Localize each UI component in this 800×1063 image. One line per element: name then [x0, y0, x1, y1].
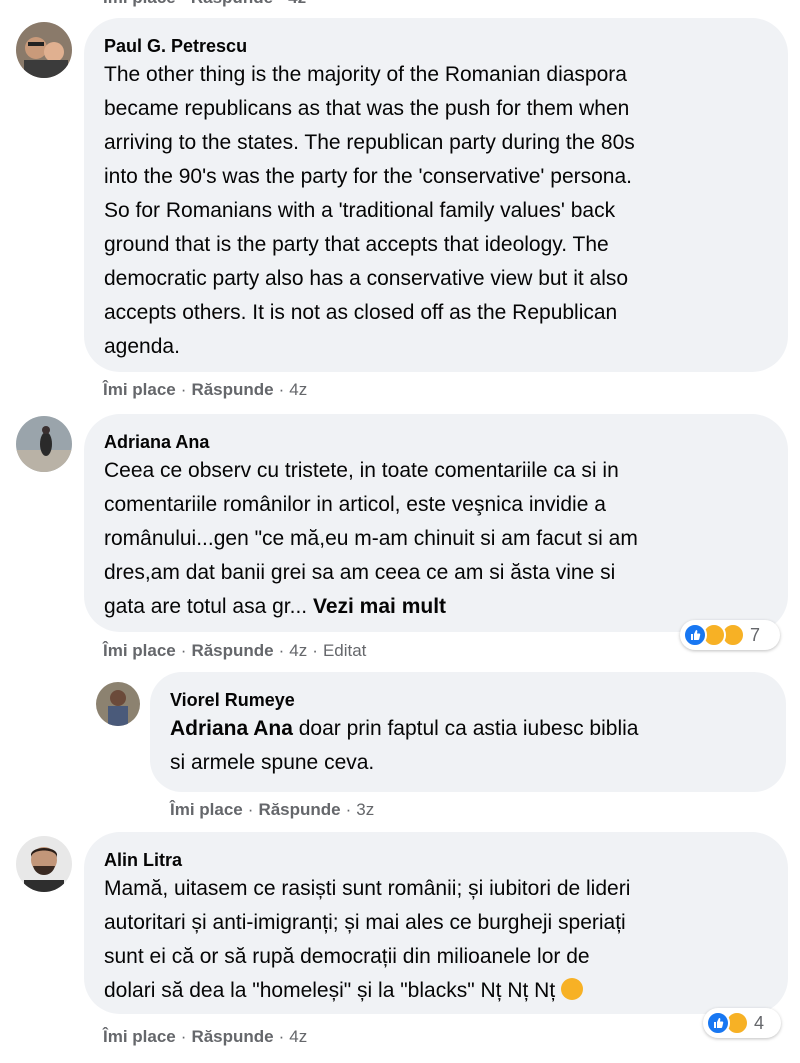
- avatar-adriana[interactable]: [16, 416, 72, 472]
- reply-button[interactable]: Răspunde: [191, 380, 273, 399]
- comment-bubble: Paul G. Petrescu The other thing is the …: [84, 18, 788, 372]
- reaction-count: 7: [750, 624, 761, 645]
- comment-actions: Îmi place · Răspunde · 4z: [103, 380, 307, 400]
- separator-dot: ·: [278, 641, 285, 660]
- avatar-photo-icon: [16, 416, 72, 472]
- separator-dot: ·: [278, 1027, 285, 1046]
- comment-bubble: Adriana Ana Ceea ce observ cu tristete, …: [84, 414, 788, 632]
- separator-dot: ·: [180, 1027, 187, 1046]
- avatar-photo-icon: [16, 22, 72, 78]
- like-reaction-icon: [706, 1011, 730, 1035]
- timestamp[interactable]: 4z: [289, 641, 307, 660]
- like-button[interactable]: Îmi place: [103, 380, 176, 399]
- comment-bubble: Alin Litra Mamă, uitasem ce rasiști sunt…: [84, 832, 788, 1014]
- comment-author[interactable]: Paul G. Petrescu: [104, 34, 768, 58]
- separator-dot: ·: [180, 380, 187, 399]
- reaction-summary[interactable]: 4: [703, 1008, 781, 1038]
- like-reaction-icon: [683, 623, 707, 647]
- reaction-count: 4: [754, 1012, 765, 1033]
- separator-dot: ·: [180, 641, 187, 660]
- comment-actions: Îmi place · Răspunde · 3z: [170, 800, 374, 820]
- reply-bubble: Viorel Rumeye Adriana Ana doar prin fapt…: [150, 672, 786, 792]
- laughing-emoji-icon: [561, 978, 584, 1000]
- see-more-link[interactable]: Vezi mai mult: [313, 595, 446, 618]
- timestamp[interactable]: 3z: [356, 800, 374, 819]
- comment-text: Ceea ce observ cu tristete, in toate com…: [104, 454, 768, 624]
- comment-text: Adriana Ana doar prin faptul ca astia iu…: [170, 712, 766, 780]
- comment-actions: Îmi place · Răspunde · 4z · Editat: [103, 641, 366, 661]
- avatar-paul[interactable]: [16, 22, 72, 78]
- reaction-summary[interactable]: 7: [680, 620, 780, 650]
- previous-comment-actions: Îmi place · Răspunde · 4z: [103, 0, 306, 8]
- avatar-alin[interactable]: [16, 836, 72, 892]
- comment-text-content: Mamă, uitasem ce rasiști sunt românii; ș…: [104, 877, 631, 1002]
- timestamp[interactable]: 4z: [289, 1027, 307, 1046]
- reply-button[interactable]: Răspunde: [191, 641, 273, 660]
- comment-author[interactable]: Viorel Rumeye: [170, 688, 766, 712]
- comment-actions: Îmi place · Răspunde · 4z: [103, 1027, 307, 1047]
- separator-dot: ·: [247, 800, 254, 819]
- comment-text: The other thing is the majority of the R…: [104, 63, 635, 358]
- avatar-viorel[interactable]: [96, 682, 140, 726]
- separator-dot: ·: [278, 380, 285, 399]
- timestamp[interactable]: 4z: [289, 380, 307, 399]
- separator-dot: ·: [312, 641, 318, 660]
- mention-link[interactable]: Adriana Ana: [170, 717, 293, 740]
- edited-label[interactable]: Editat: [323, 641, 366, 660]
- separator-dot: ·: [345, 800, 352, 819]
- like-button[interactable]: Îmi place: [170, 800, 243, 819]
- like-button[interactable]: Îmi place: [103, 1027, 176, 1046]
- like-button[interactable]: Îmi place: [103, 641, 176, 660]
- comment-author[interactable]: Alin Litra: [104, 848, 768, 872]
- avatar-photo-icon: [16, 836, 72, 892]
- reply-button[interactable]: Răspunde: [191, 1027, 273, 1046]
- comment-author[interactable]: Adriana Ana: [104, 430, 768, 454]
- comment-text: Mamă, uitasem ce rasiști sunt românii; ș…: [104, 872, 768, 1008]
- reply-button[interactable]: Răspunde: [258, 800, 340, 819]
- avatar-photo-icon: [96, 682, 140, 726]
